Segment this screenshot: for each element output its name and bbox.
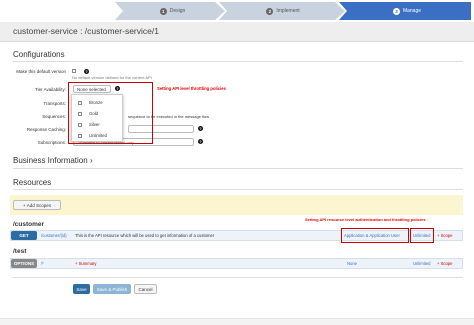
chevron-right-icon: › [89, 156, 93, 165]
cancel-button[interactable]: Cancel [134, 284, 157, 294]
save-publish-button[interactable]: Save & Publish [93, 284, 131, 294]
sequences-label: Sequences: [42, 114, 66, 119]
divider [13, 61, 463, 62]
highlight-box [410, 228, 434, 243]
add-scopes-button[interactable]: + Add Scopes [13, 200, 61, 210]
tier-annotation: Setting API level throttling policies [157, 86, 226, 91]
highlight-box [68, 82, 153, 144]
scopes-bar [10, 195, 463, 215]
method-badge: GET [11, 231, 37, 240]
help-icon[interactable]: ? [198, 139, 203, 144]
tier-availability-label: Tier Availability: [34, 87, 66, 92]
add-scope-link[interactable]: + Scope [437, 233, 452, 238]
resource-path: /customer [13, 221, 45, 228]
add-scope-link[interactable]: + Scope [437, 261, 452, 266]
default-version-note: No default version defined for the curre… [72, 75, 152, 80]
business-info-toggle[interactable]: Business Information › [13, 156, 93, 165]
subscriptions-label: Subscriptions: [37, 140, 66, 145]
transports-label: Transports: [43, 101, 66, 106]
resources-annotation: Setting API resource level authenticatio… [305, 217, 426, 222]
step-design[interactable]: 1 Design [125, 2, 220, 20]
page-title: customer-service : /customer-service/1 [13, 26, 159, 36]
divider [13, 168, 463, 169]
caching-label: Response Caching: [26, 127, 66, 132]
step-manage[interactable]: 3 Manage [347, 2, 467, 20]
default-version-label: Make this default version [16, 69, 66, 74]
method-badge: OPTIONS [11, 259, 37, 268]
resource-url[interactable]: /* [41, 261, 44, 266]
default-version-checkbox[interactable] [72, 69, 76, 73]
resource-description: This is the API resource which will be u… [75, 233, 215, 238]
highlight-box [341, 228, 409, 243]
save-button[interactable]: Save [73, 284, 90, 294]
resource-path: /test [13, 248, 27, 255]
step-implement[interactable]: 2 Implement [227, 2, 339, 20]
footer [0, 318, 474, 325]
wizard-steps: 1 Design 2 Implement 3 Manage [115, 2, 471, 20]
throttling-tier-link[interactable]: Unlimited [413, 261, 430, 266]
help-icon[interactable]: ? [84, 69, 89, 74]
configurations-title: Configurations [13, 50, 65, 59]
add-summary-link[interactable]: + Summary [75, 261, 97, 266]
help-icon[interactable]: ? [198, 126, 203, 131]
resource-url[interactable]: /customer/{id} [41, 233, 67, 238]
divider [13, 189, 463, 190]
divider [13, 277, 463, 278]
resources-title: Resources [13, 178, 52, 187]
auth-type-link[interactable]: None [347, 261, 357, 266]
